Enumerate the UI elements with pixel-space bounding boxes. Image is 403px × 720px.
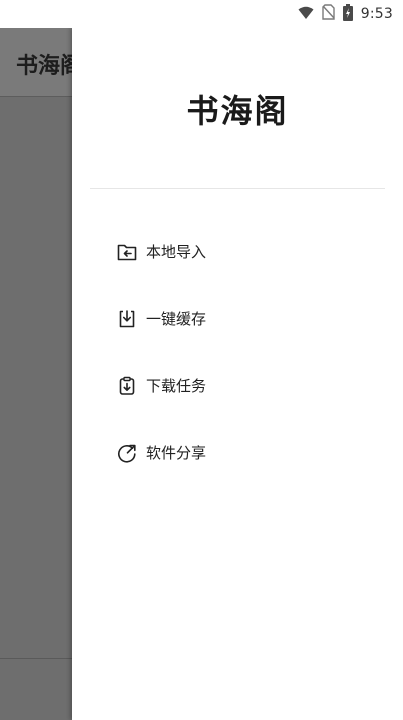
menu-item-download-tasks[interactable]: 下载任务	[72, 352, 403, 419]
navigation-drawer: 书海阁 本地导入 一键缓存 下载任务 软件分享	[72, 28, 403, 720]
menu-item-one-click-cache[interactable]: 一键缓存	[72, 285, 403, 352]
background-app[interactable]: 书海阁	[0, 28, 72, 720]
menu-item-share-app[interactable]: 软件分享	[72, 419, 403, 486]
download-cache-icon	[116, 308, 138, 330]
drawer-logo: 书海阁	[186, 92, 289, 130]
menu-item-label: 软件分享	[146, 444, 207, 462]
drawer-menu: 本地导入 一键缓存 下载任务 软件分享	[72, 218, 403, 486]
menu-item-label: 一键缓存	[146, 310, 207, 328]
menu-item-local-import[interactable]: 本地导入	[72, 218, 403, 285]
menu-item-label: 本地导入	[146, 243, 207, 261]
download-task-icon	[116, 375, 138, 397]
no-sim-icon	[322, 4, 335, 24]
background-divider	[0, 658, 72, 659]
background-app-bar: 书海阁	[0, 28, 72, 97]
status-time: 9:53	[360, 6, 393, 22]
drawer-divider	[90, 188, 385, 189]
folder-import-icon	[116, 241, 138, 263]
status-icons: 9:53	[298, 3, 393, 25]
battery-icon	[342, 3, 353, 25]
share-icon	[116, 442, 138, 464]
wifi-icon	[298, 5, 314, 24]
drawer-header: 书海阁	[72, 28, 403, 188]
status-bar: 9:53	[0, 0, 403, 28]
background-app-title: 书海阁	[16, 54, 72, 79]
menu-item-label: 下载任务	[146, 377, 207, 395]
